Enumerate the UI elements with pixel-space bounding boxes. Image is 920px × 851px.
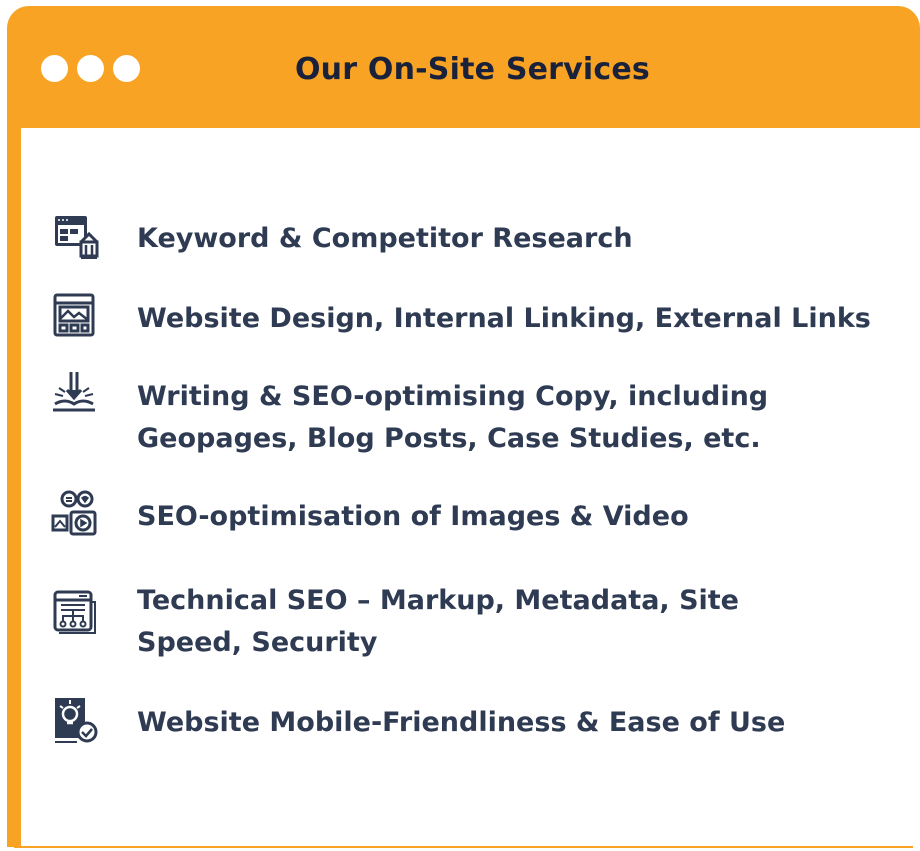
service-item-technical-seo: Technical SEO – Markup, Metadata, Site S…	[137, 580, 897, 664]
technical-seo-icon	[51, 588, 99, 636]
service-item-technical-seo-line2: Speed, Security	[137, 627, 378, 658]
service-item-images-video: SEO-optimisation of Images & Video	[137, 501, 689, 532]
service-item-writing-copy-line2: Geopages, Blog Posts, Case Studies, etc.	[137, 423, 761, 454]
page-title: Our On-Site Services	[294, 52, 650, 87]
service-item-technical-seo-line1: Technical SEO – Markup, Metadata, Site	[137, 585, 739, 616]
bottom-border	[14, 846, 913, 848]
service-item-writing-copy: Writing & SEO-optimising Copy, including…	[137, 376, 897, 460]
service-item-mobile-friendliness: Website Mobile-Friendliness & Ease of Us…	[137, 707, 786, 738]
service-item-website-design: Website Design, Internal Linking, Extern…	[137, 303, 871, 334]
services-panel: Keyword & Competitor Research Website De…	[21, 128, 920, 847]
service-item-keyword-research: Keyword & Competitor Research	[137, 223, 633, 254]
writing-icon	[51, 370, 99, 418]
window-titlebar: Our On-Site Services	[7, 6, 920, 126]
services-window: Our On-Site Services Keyword & Competito…	[7, 6, 920, 847]
mobile-friendly-icon	[51, 696, 99, 744]
keyword-research-icon	[51, 212, 99, 260]
service-item-writing-copy-line1: Writing & SEO-optimising Copy, including	[137, 381, 769, 412]
image-video-icon	[51, 490, 99, 538]
website-design-icon	[51, 292, 99, 340]
